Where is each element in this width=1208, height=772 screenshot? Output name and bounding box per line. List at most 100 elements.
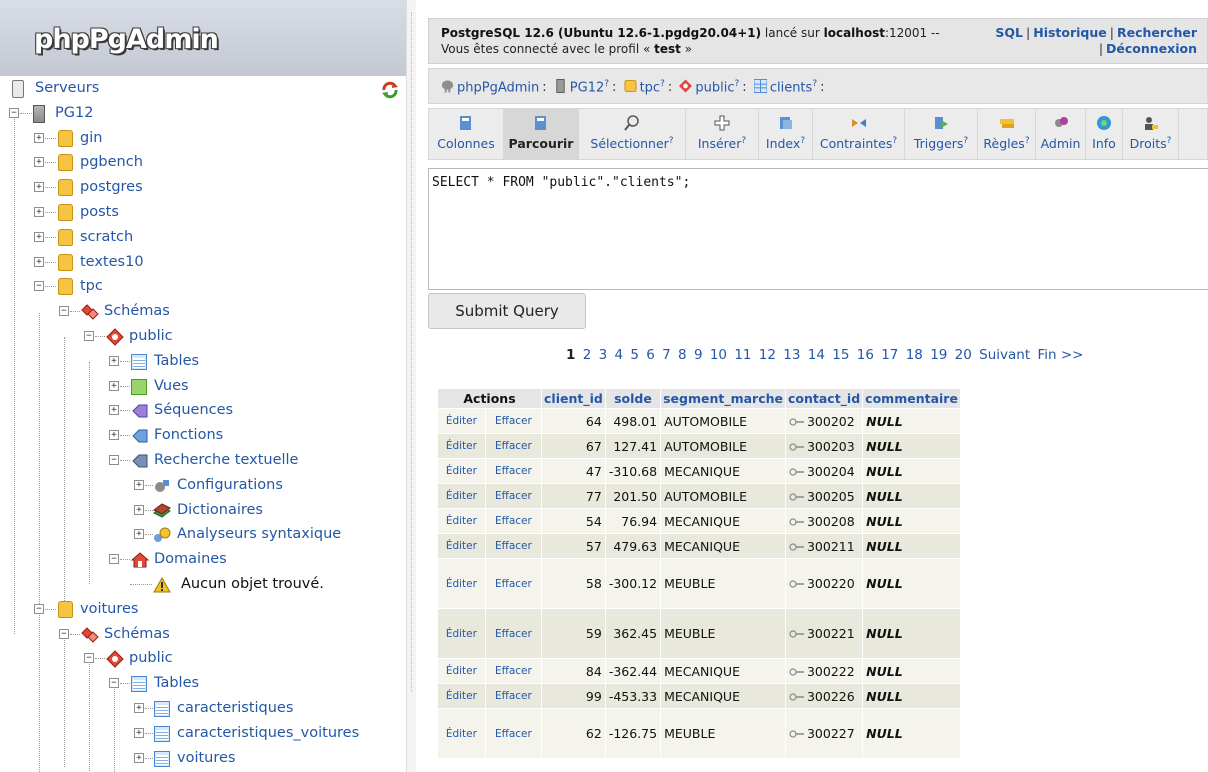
- expand-toggle[interactable]: +: [109, 355, 119, 366]
- expand-toggle[interactable]: +: [34, 206, 44, 217]
- logout-link[interactable]: Déconnexion: [1106, 41, 1197, 56]
- foreign-key-icon[interactable]: [789, 517, 805, 526]
- expand-toggle[interactable]: +: [134, 504, 144, 515]
- edit-button[interactable]: Éditer: [437, 533, 486, 559]
- tree-item-tpc-domains[interactable]: − Domaines: [0, 548, 406, 573]
- delete-button[interactable]: Effacer: [484, 558, 543, 609]
- collapse-toggle[interactable]: −: [59, 628, 69, 639]
- page-link[interactable]: 16: [857, 347, 874, 363]
- expand-toggle[interactable]: +: [109, 380, 119, 391]
- page-link[interactable]: 18: [906, 347, 923, 363]
- header-client-id[interactable]: client_id: [541, 388, 606, 409]
- tab-insert[interactable]: Insérer?: [686, 109, 759, 159]
- edit-button[interactable]: Éditer: [437, 408, 486, 434]
- delete-button[interactable]: Effacer: [484, 608, 543, 659]
- tree-item-servers[interactable]: Serveurs: [0, 77, 406, 102]
- edit-button[interactable]: Éditer: [437, 658, 486, 684]
- page-link[interactable]: 10: [710, 347, 727, 363]
- tree-item-db-postgres[interactable]: + postgres: [0, 176, 406, 201]
- collapse-toggle[interactable]: −: [84, 653, 94, 664]
- page-link[interactable]: 20: [955, 347, 972, 363]
- history-link[interactable]: Historique: [1033, 25, 1107, 40]
- expand-toggle[interactable]: +: [134, 529, 144, 540]
- cell-contact-id[interactable]: 300227: [784, 708, 864, 759]
- header-commentaire[interactable]: commentaire: [862, 388, 961, 409]
- page-link[interactable]: 15: [832, 347, 849, 363]
- expand-toggle[interactable]: +: [34, 157, 44, 168]
- foreign-key-icon[interactable]: [789, 730, 805, 738]
- tree-item-tpc-fulltext[interactable]: − Recherche textuelle: [0, 449, 406, 474]
- sql-link[interactable]: SQL: [995, 25, 1023, 40]
- expand-toggle[interactable]: +: [109, 405, 119, 416]
- breadcrumb-server[interactable]: PG12: [570, 80, 604, 95]
- delete-button[interactable]: Effacer: [484, 683, 543, 709]
- page-link[interactable]: 13: [783, 347, 800, 363]
- tree-item-tpc-views[interactable]: + Vues: [0, 375, 406, 400]
- last-page-link[interactable]: Fin >>: [1037, 347, 1083, 363]
- tree-item-tpc-configurations[interactable]: + Configurations: [0, 474, 406, 499]
- cell-contact-id[interactable]: 300204: [784, 458, 864, 484]
- foreign-key-icon[interactable]: [789, 442, 805, 451]
- tree-item-db-posts[interactable]: + posts: [0, 201, 406, 226]
- search-link[interactable]: Rechercher: [1117, 25, 1197, 40]
- tree-item-db-voitures[interactable]: − voitures: [0, 598, 406, 623]
- tree-item-db-gin[interactable]: + gin: [0, 127, 406, 152]
- collapse-toggle[interactable]: −: [34, 281, 44, 292]
- cell-contact-id[interactable]: 300221: [784, 608, 864, 659]
- tree-item-server-pg12[interactable]: − PG12: [0, 102, 406, 127]
- delete-button[interactable]: Effacer: [484, 458, 543, 484]
- delete-button[interactable]: Effacer: [484, 508, 543, 534]
- tab-select[interactable]: Sélectionner?: [579, 109, 686, 159]
- collapse-toggle[interactable]: −: [84, 330, 94, 341]
- tree-item-db-pgbench[interactable]: + pgbench: [0, 151, 406, 176]
- page-link[interactable]: 7: [662, 347, 671, 363]
- cell-contact-id[interactable]: 300203: [784, 433, 864, 459]
- edit-button[interactable]: Éditer: [437, 508, 486, 534]
- foreign-key-icon[interactable]: [789, 542, 805, 551]
- submit-query-button[interactable]: Submit Query: [428, 293, 586, 329]
- breadcrumb-schema[interactable]: public: [695, 80, 734, 95]
- expand-toggle[interactable]: +: [134, 479, 144, 490]
- expand-toggle[interactable]: +: [134, 727, 144, 738]
- expand-toggle[interactable]: +: [134, 752, 144, 763]
- tree-item-db-tpc[interactable]: − tpc: [0, 275, 406, 300]
- tree-item-table-voitures[interactable]: + voitures: [0, 747, 406, 772]
- edit-button[interactable]: Éditer: [437, 708, 486, 759]
- cell-contact-id[interactable]: 300226: [784, 683, 864, 709]
- expand-toggle[interactable]: +: [109, 430, 119, 441]
- tree-item-tpc-sequences[interactable]: + Séquences: [0, 399, 406, 424]
- page-link[interactable]: 9: [694, 347, 703, 363]
- page-link[interactable]: 14: [808, 347, 825, 363]
- foreign-key-icon[interactable]: [789, 667, 805, 676]
- breadcrumb-app[interactable]: phpPgAdmin: [457, 80, 539, 95]
- delete-button[interactable]: Effacer: [484, 433, 543, 459]
- tree-item-db-scratch[interactable]: + scratch: [0, 226, 406, 251]
- page-link[interactable]: 4: [614, 347, 623, 363]
- delete-button[interactable]: Effacer: [484, 408, 543, 434]
- expand-toggle[interactable]: +: [134, 702, 144, 713]
- tree-item-tpc-public[interactable]: − public: [0, 325, 406, 350]
- tab-triggers[interactable]: Triggers?: [905, 109, 978, 159]
- expand-toggle[interactable]: +: [34, 182, 44, 193]
- foreign-key-icon[interactable]: [789, 417, 805, 426]
- tab-info[interactable]: Info: [1086, 109, 1123, 159]
- edit-button[interactable]: Éditer: [437, 433, 486, 459]
- header-solde[interactable]: solde: [604, 388, 662, 409]
- header-contact-id[interactable]: contact_id: [784, 388, 864, 409]
- foreign-key-icon[interactable]: [789, 580, 805, 588]
- tab-admin[interactable]: Admin: [1036, 109, 1086, 159]
- page-link[interactable]: 19: [930, 347, 947, 363]
- foreign-key-icon[interactable]: [789, 630, 805, 638]
- collapse-toggle[interactable]: −: [34, 603, 44, 614]
- page-link[interactable]: 12: [759, 347, 776, 363]
- foreign-key-icon[interactable]: [789, 692, 805, 701]
- page-link[interactable]: 2: [583, 347, 592, 363]
- tree-item-table-caracteristiques[interactable]: + caracteristiques: [0, 697, 406, 722]
- cell-contact-id[interactable]: 300211: [784, 533, 864, 559]
- header-segment-marche[interactable]: segment_marche: [660, 388, 786, 409]
- edit-button[interactable]: Éditer: [437, 608, 486, 659]
- edit-button[interactable]: Éditer: [437, 558, 486, 609]
- page-link[interactable]: 3: [599, 347, 608, 363]
- page-link[interactable]: 5: [630, 347, 639, 363]
- tree-item-tpc-parsers[interactable]: + Analyseurs syntaxique: [0, 523, 406, 548]
